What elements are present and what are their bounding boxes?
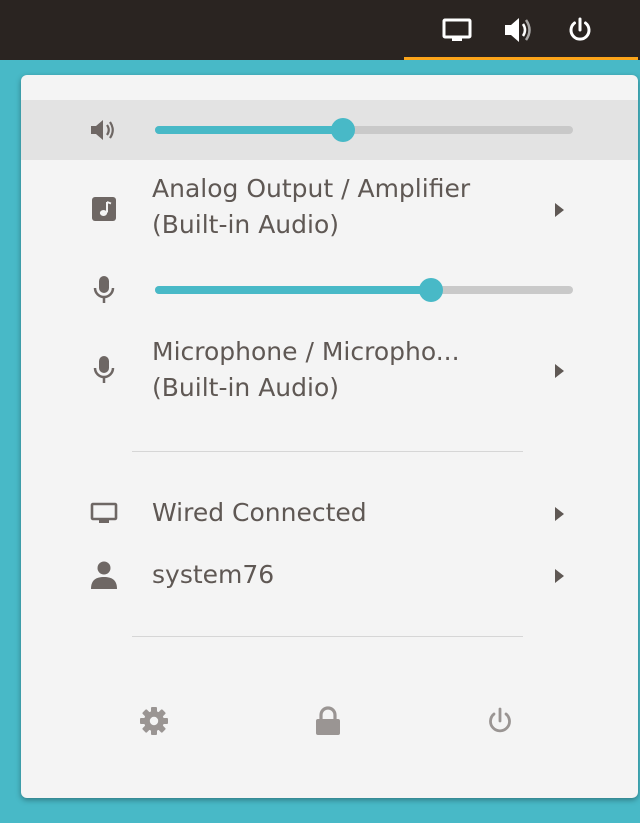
settings-button[interactable] [134, 701, 174, 741]
chevron-right-icon [553, 202, 565, 218]
display-icon[interactable] [440, 13, 474, 47]
output-volume-knob[interactable] [331, 118, 356, 142]
chevron-right-icon [553, 568, 565, 584]
output-device-name: Analog Output / Amplifier [152, 174, 471, 203]
user-row[interactable]: system76 [21, 551, 638, 601]
system-menu-popup: Analog Output / Amplifier (Built-in Audi… [21, 75, 638, 798]
user-icon [87, 558, 121, 592]
power-icon [489, 707, 511, 733]
input-device-name: Microphone / Micropho... [152, 337, 460, 366]
network-status-label: Wired Connected [152, 498, 367, 527]
microphone-icon [87, 273, 121, 307]
lock-button[interactable] [308, 701, 348, 741]
speaker-icon [87, 113, 121, 147]
settings-icon [140, 707, 168, 735]
user-name-label: system76 [152, 560, 275, 589]
output-device-row[interactable]: Analog Output / Amplifier (Built-in Audi… [21, 170, 638, 250]
lock-icon [316, 706, 340, 735]
active-indicator [404, 57, 638, 60]
chevron-right-icon [553, 506, 565, 522]
input-device-source: (Built-in Audio) [152, 373, 340, 402]
output-volume-slider[interactable] [155, 118, 573, 142]
output-device-source: (Built-in Audio) [152, 210, 340, 239]
network-row[interactable]: Wired Connected [21, 489, 638, 539]
microphone-icon [87, 353, 121, 387]
input-volume-row[interactable] [21, 260, 638, 320]
divider [132, 451, 523, 452]
input-volume-fill [155, 286, 431, 294]
power-off-button[interactable] [480, 701, 520, 741]
power-icon[interactable] [563, 13, 597, 47]
chevron-right-icon [553, 363, 565, 379]
output-volume-fill [155, 126, 344, 134]
divider [132, 636, 523, 637]
input-volume-knob[interactable] [418, 278, 443, 302]
output-volume-row[interactable] [21, 100, 638, 160]
input-volume-slider[interactable] [155, 278, 573, 302]
wired-network-icon [87, 497, 121, 531]
music-note-icon [87, 192, 121, 226]
top-panel [0, 0, 640, 60]
volume-icon[interactable] [501, 13, 535, 47]
input-device-row[interactable]: Microphone / Micropho... (Built-in Audio… [21, 330, 638, 410]
